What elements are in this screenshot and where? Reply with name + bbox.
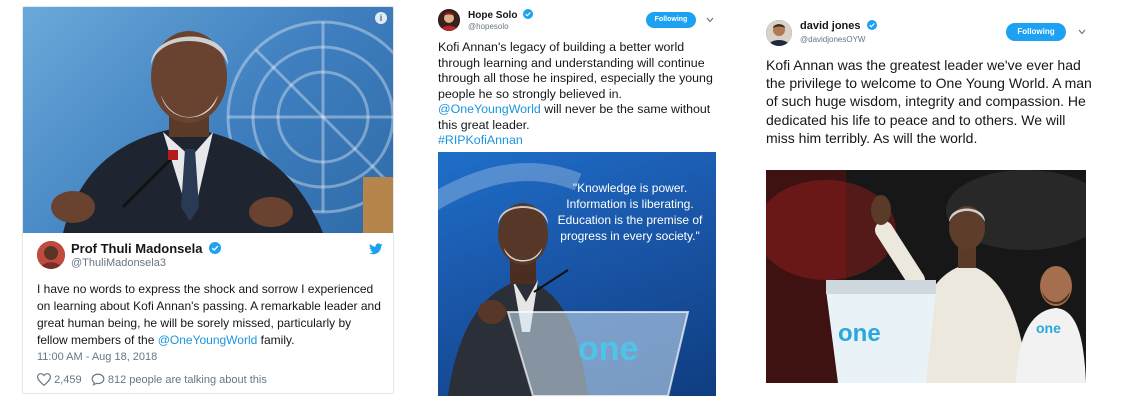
tweet-photo-kofi-annan-stage[interactable]: "Knowledge is power. Information is libe… — [438, 152, 716, 396]
author-name-text: david jones — [800, 20, 861, 32]
photo-illustration — [51, 20, 393, 233]
talking-count[interactable]: 812 people are talking about this — [108, 374, 267, 386]
verified-icon — [866, 20, 877, 30]
avatar[interactable] — [438, 9, 460, 31]
avatar-illustration — [438, 9, 460, 31]
tweet-text: Kofi Annan was the greatest leader we've… — [766, 57, 1092, 146]
twitter-bird-icon[interactable] — [369, 243, 383, 255]
avatar[interactable] — [37, 241, 65, 269]
podium-logo: one — [838, 320, 881, 347]
heart-icon[interactable] — [36, 373, 52, 387]
like-count: 2,459 — [54, 374, 82, 386]
tweet-card-hope-solo: Hope Solo @hopesolo Following Kofi Annan… — [432, 6, 722, 396]
verified-icon — [523, 9, 534, 19]
verified-icon — [209, 242, 222, 254]
tweet-author-row: Prof Thuli Madonsela @ThuliMadonsela3 — [37, 241, 383, 275]
following-button[interactable]: Following — [1006, 23, 1066, 41]
author-name[interactable]: Hope Solo — [468, 9, 534, 21]
author-name-text: Prof Thuli Madonsela — [71, 241, 203, 256]
author-handle[interactable]: @hopesolo — [468, 22, 509, 31]
mention-link[interactable]: @OneYoungWorld — [438, 102, 541, 116]
author-name[interactable]: Prof Thuli Madonsela — [71, 241, 222, 256]
author-name-text: Hope Solo — [468, 10, 518, 21]
following-button[interactable]: Following — [646, 12, 696, 28]
tweet-card-david-jones: david jones @davidjonesOYW Following Kof… — [760, 14, 1092, 386]
image-quote: "Knowledge is power. Information is libe… — [557, 181, 703, 243]
chevron-down-icon[interactable] — [706, 17, 714, 23]
tweet-text-part: Kofi Annan's legacy of building a better… — [438, 40, 717, 101]
tweet-card-thuli: i Prof Thuli Madonsela @ThuliMadonsela3 … — [22, 6, 394, 394]
tweet-text: I have no words to express the shock and… — [37, 281, 383, 349]
mention-link[interactable]: @OneYoungWorld — [158, 333, 258, 347]
tweet-photo-kofi-annan-un[interactable]: i — [23, 7, 393, 233]
hashtag-link[interactable]: #RIPKofiAnnan — [438, 133, 523, 147]
author-handle[interactable]: @ThuliMadonsela3 — [71, 257, 166, 269]
author-name[interactable]: david jones — [800, 20, 877, 32]
podium-logo: one — [578, 330, 639, 368]
chevron-down-icon[interactable] — [1078, 29, 1086, 35]
comment-icon[interactable] — [91, 373, 105, 386]
author-handle[interactable]: @davidjonesOYW — [800, 35, 865, 44]
avatar[interactable] — [766, 20, 792, 46]
tweet-text: Kofi Annan's legacy of building a better… — [438, 40, 724, 149]
info-icon[interactable]: i — [375, 12, 387, 24]
photo-illustration — [766, 170, 1086, 383]
shirt-logo: one — [1036, 320, 1061, 336]
tweet-timestamp[interactable]: 11:00 AM - Aug 18, 2018 — [37, 351, 157, 363]
tweet-photo-kofi-annan-waving[interactable]: one one — [766, 170, 1086, 383]
tweet-actions: 2,459 812 people are talking about this — [36, 373, 267, 387]
avatar-illustration — [766, 20, 792, 46]
tweet-text-part: family. — [257, 333, 295, 347]
avatar-illustration — [37, 241, 65, 269]
